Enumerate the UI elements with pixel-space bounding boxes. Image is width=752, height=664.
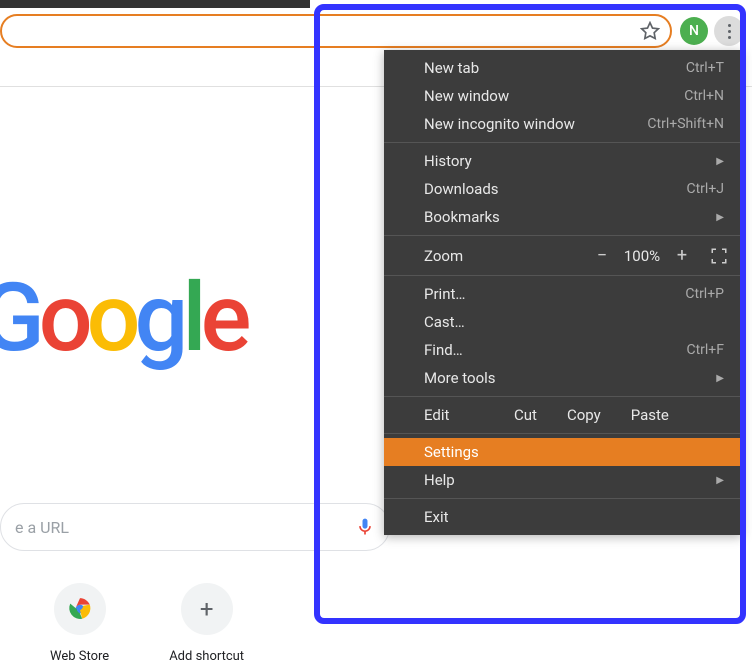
menu-item-print[interactable]: Print… Ctrl+P	[384, 280, 742, 308]
tab-strip	[0, 0, 310, 8]
chevron-right-icon: ▶	[716, 212, 724, 223]
edit-paste-button[interactable]: Paste	[631, 406, 669, 424]
main-menu-button[interactable]	[714, 16, 744, 46]
menu-item-new-incognito[interactable]: New incognito window Ctrl+Shift+N	[384, 110, 742, 138]
menu-label: More tools	[424, 369, 706, 387]
menu-label: Bookmarks	[424, 208, 706, 226]
edit-copy-button[interactable]: Copy	[567, 406, 601, 424]
menu-label: Print…	[424, 285, 685, 303]
shortcut-label: Web Store	[50, 649, 109, 664]
menu-item-find[interactable]: Find… Ctrl+F	[384, 336, 742, 364]
menu-item-new-window[interactable]: New window Ctrl+N	[384, 82, 742, 110]
menu-item-cast[interactable]: Cast…	[384, 308, 742, 336]
shortcut-web-store[interactable]: Web Store	[50, 583, 109, 664]
menu-item-exit[interactable]: Exit	[384, 503, 742, 531]
menu-label: Find…	[424, 341, 686, 359]
menu-item-settings[interactable]: Settings	[384, 438, 742, 466]
fullscreen-icon[interactable]	[710, 247, 728, 265]
menu-item-bookmarks[interactable]: Bookmarks ▶	[384, 203, 742, 231]
microphone-icon[interactable]	[355, 517, 375, 537]
menu-shortcut: Ctrl+N	[684, 88, 724, 104]
profile-avatar[interactable]: N	[680, 17, 708, 45]
menu-shortcut: Ctrl+Shift+N	[647, 116, 724, 132]
menu-shortcut: Ctrl+P	[685, 286, 724, 302]
edit-cut-button[interactable]: Cut	[514, 406, 537, 424]
search-placeholder: e a URL	[15, 518, 69, 537]
plus-icon: +	[181, 583, 233, 635]
menu-item-more-tools[interactable]: More tools ▶	[384, 364, 742, 392]
shortcut-add[interactable]: + Add shortcut	[169, 583, 244, 664]
menu-item-new-tab[interactable]: New tab Ctrl+T	[384, 54, 742, 82]
menu-label: New tab	[424, 59, 686, 77]
zoom-in-button[interactable]: +	[668, 245, 696, 266]
kebab-icon	[728, 24, 731, 39]
menu-label: New window	[424, 87, 684, 105]
main-menu-dropdown: New tab Ctrl+T New window Ctrl+N New inc…	[384, 50, 742, 535]
menu-zoom-row: Zoom − 100% +	[384, 240, 742, 271]
chevron-right-icon: ▶	[716, 156, 724, 167]
zoom-out-button[interactable]: −	[588, 245, 616, 266]
google-logo: Google	[0, 263, 246, 374]
bookmark-star-icon[interactable]	[640, 21, 660, 41]
menu-edit-row: Edit Cut Copy Paste	[384, 401, 742, 429]
chevron-right-icon: ▶	[716, 373, 724, 384]
address-bar[interactable]	[0, 14, 672, 48]
menu-label: Help	[424, 471, 706, 489]
shortcut-label: Add shortcut	[169, 649, 244, 664]
menu-label: History	[424, 152, 706, 170]
menu-label: Settings	[424, 443, 724, 461]
menu-label: New incognito window	[424, 115, 647, 133]
chrome-store-icon	[54, 583, 106, 635]
menu-label: Cast…	[424, 313, 724, 331]
menu-item-help[interactable]: Help ▶	[384, 466, 742, 494]
zoom-value: 100%	[616, 247, 668, 265]
zoom-label: Zoom	[424, 247, 588, 265]
menu-item-history[interactable]: History ▶	[384, 147, 742, 175]
menu-label: Exit	[424, 508, 724, 526]
menu-shortcut: Ctrl+F	[686, 342, 724, 358]
menu-shortcut: Ctrl+T	[686, 60, 724, 76]
menu-shortcut: Ctrl+J	[686, 181, 724, 197]
menu-label: Downloads	[424, 180, 686, 198]
search-box[interactable]: e a URL	[0, 503, 390, 551]
chevron-right-icon: ▶	[716, 475, 724, 486]
edit-label: Edit	[424, 406, 484, 424]
menu-item-downloads[interactable]: Downloads Ctrl+J	[384, 175, 742, 203]
